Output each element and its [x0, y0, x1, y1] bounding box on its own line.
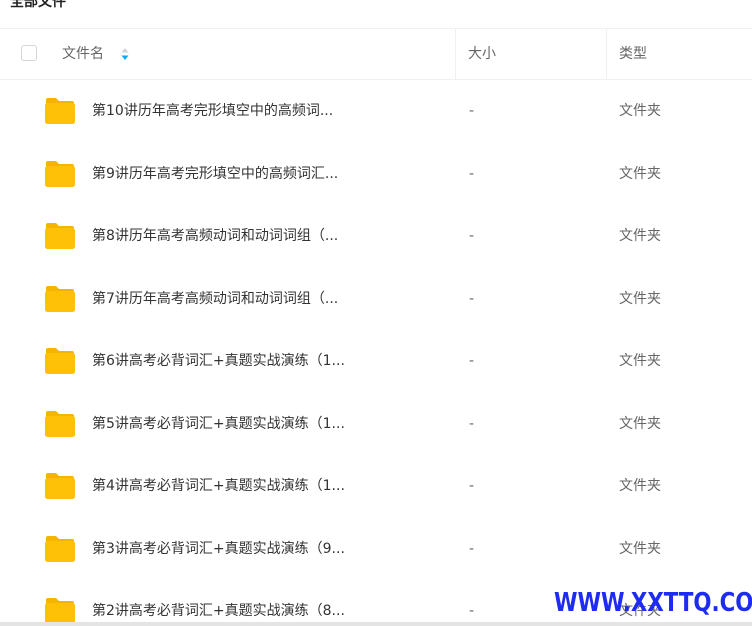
folder-icon[interactable]: [44, 410, 76, 438]
folder-icon[interactable]: [44, 97, 76, 125]
file-size: -: [469, 603, 475, 619]
file-name[interactable]: 第2讲高考必背词汇+真题实战演练（8...: [92, 580, 345, 626]
file-size: -: [469, 353, 475, 369]
file-row[interactable]: 第4讲高考必背词汇+真题实战演练（1... - 文件夹: [0, 455, 752, 518]
folder-icon[interactable]: [44, 597, 76, 625]
folder-icon[interactable]: [44, 222, 76, 250]
column-divider[interactable]: [606, 29, 607, 79]
file-row[interactable]: 第7讲历年高考高频动词和动词词组（... - 文件夹: [0, 268, 752, 331]
file-name[interactable]: 第9讲历年高考完形填空中的高频词汇...: [92, 143, 338, 205]
file-size: -: [469, 103, 475, 119]
horizontal-scrollbar[interactable]: [0, 622, 752, 626]
folder-icon[interactable]: [44, 347, 76, 375]
file-type: 文件夹: [619, 353, 661, 369]
file-type: 文件夹: [619, 478, 661, 494]
file-row[interactable]: 第8讲历年高考高频动词和动词词组（... - 文件夹: [0, 205, 752, 268]
file-name[interactable]: 第7讲历年高考高频动词和动词词组（...: [92, 268, 338, 330]
file-type: 文件夹: [619, 228, 661, 244]
file-size: -: [469, 478, 475, 494]
file-row[interactable]: 第6讲高考必背词汇+真题实战演练（1... - 文件夹: [0, 330, 752, 393]
folder-icon[interactable]: [44, 535, 76, 563]
file-row[interactable]: 第10讲历年高考完形填空中的高频词... - 文件夹: [0, 80, 752, 143]
watermark-text: WWW.XXTTQ.COM: [554, 588, 752, 618]
file-name[interactable]: 第5讲高考必背词汇+真题实战演练（1...: [92, 393, 345, 455]
column-header-size[interactable]: 大小: [468, 29, 496, 79]
file-size: -: [469, 290, 475, 307]
file-row[interactable]: 第5讲高考必背词汇+真题实战演练（1... - 文件夹: [0, 393, 752, 456]
column-header-name[interactable]: 文件名: [62, 29, 104, 79]
file-size: -: [469, 165, 475, 182]
file-type: 文件夹: [619, 540, 661, 557]
file-name[interactable]: 第8讲历年高考高频动词和动词词组（...: [92, 205, 338, 267]
file-list-page: 全部文件 文件名 大小 类型 第10讲历年高考完形填空中的高频词... - 文件夹第…: [0, 0, 752, 626]
file-list-header: 文件名 大小 类型: [0, 28, 752, 80]
file-name[interactable]: 第10讲历年高考完形填空中的高频词...: [92, 80, 333, 142]
sort-icon[interactable]: [120, 46, 130, 62]
file-type: 文件夹: [619, 103, 661, 119]
file-type: 文件夹: [619, 415, 661, 432]
file-name[interactable]: 第3讲高考必背词汇+真题实战演练（9...: [92, 518, 345, 580]
file-name[interactable]: 第4讲高考必背词汇+真题实战演练（1...: [92, 455, 345, 517]
folder-icon[interactable]: [44, 472, 76, 500]
file-type: 文件夹: [619, 165, 661, 182]
file-type: 文件夹: [619, 290, 661, 307]
file-size: -: [469, 540, 475, 557]
column-header-type[interactable]: 类型: [619, 29, 647, 79]
folder-icon[interactable]: [44, 285, 76, 313]
file-name[interactable]: 第6讲高考必背词汇+真题实战演练（1...: [92, 330, 345, 392]
file-size: -: [469, 415, 475, 432]
select-all-checkbox[interactable]: [21, 45, 37, 61]
breadcrumb[interactable]: 全部文件: [10, 0, 66, 12]
file-list: 第10讲历年高考完形填空中的高频词... - 文件夹 第9讲历年高考完形填空中的高频词…: [0, 80, 752, 626]
file-size: -: [469, 228, 475, 244]
file-row[interactable]: 第9讲历年高考完形填空中的高频词汇... - 文件夹: [0, 143, 752, 206]
column-divider[interactable]: [455, 29, 456, 79]
folder-icon[interactable]: [44, 160, 76, 188]
file-row[interactable]: 第3讲高考必背词汇+真题实战演练（9... - 文件夹: [0, 518, 752, 581]
